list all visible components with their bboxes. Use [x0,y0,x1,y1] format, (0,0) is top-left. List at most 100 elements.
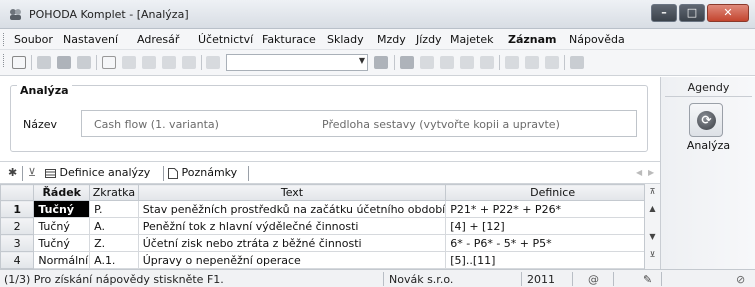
table-row[interactable]: 3 Tučný Z. Účetní zisk nebo ztráta z běž… [0,234,660,252]
calculator-icon[interactable] [460,56,474,69]
menu-ucetnictvi[interactable]: Účetnictví [198,33,253,46]
print-icon[interactable] [57,56,71,69]
cell-zkratka[interactable]: Z. [89,234,139,252]
status-year: 2011 [527,273,555,286]
asterisk-icon[interactable]: ✱ [8,166,17,179]
status-divider [521,272,522,286]
tab-scroll-left-icon[interactable]: ◀ [636,168,642,177]
tab-scroll-right-icon[interactable]: ▶ [648,168,654,177]
cell-definice[interactable]: P21* + P22* + P26* [445,200,660,218]
preview-icon[interactable] [77,56,91,69]
table-header: Řádek Zkratka Text Definice [0,184,660,201]
analyza-agenda-button[interactable]: ⟳ [689,103,723,137]
list-icon[interactable] [525,56,539,69]
scroll-up-icon[interactable]: ▲ [645,204,660,213]
menu-grip [3,33,6,46]
selection-icon[interactable] [400,56,414,69]
form-icon[interactable] [505,56,519,69]
cell-radek[interactable]: Normální [33,251,91,269]
maximize-icon: □ [686,6,698,19]
table-view-icon[interactable] [440,56,454,69]
cell-radek[interactable]: Tučný [33,217,91,235]
filter-icon[interactable] [374,56,388,69]
pencil-icon[interactable]: ✎ [643,273,652,286]
table-row[interactable]: 2 Tučný A. Peněžní tok z hlavní výdělečn… [0,217,660,235]
menu-soubor[interactable]: Soubor [14,33,53,46]
maximize-button[interactable]: □ [679,4,705,22]
agendy-panel: Agendy ⟳ Analýza [660,77,755,269]
tab-poznamky[interactable]: Poznámky [168,166,237,179]
cell-zkratka[interactable]: A. [89,217,139,235]
cell-text[interactable]: Účetní zisk nebo ztráta z běžné činnosti [137,234,447,252]
agenda-icon[interactable] [12,56,26,69]
menu-sklady[interactable]: Sklady [327,33,364,46]
agendy-header: Agendy [687,81,730,94]
row-scroll-bar[interactable]: ⊼ ▲ ▼ ⊻ [644,184,660,269]
table-row[interactable]: 1 Tučný P. Stav peněžních prostředků na … [0,200,660,218]
cell-radek[interactable]: Tučný [33,234,91,252]
table-row[interactable]: 4 Normální A.1. Úpravy o nepeněžní opera… [0,251,660,269]
agendy-divider [665,96,752,97]
cell-definice[interactable]: [5]..[11] [445,251,660,269]
analyza-agenda-label[interactable]: Analýza [661,139,755,152]
minimize-icon: – [661,6,667,19]
status-bar: (1/3) Pro získání nápovědy stiskněte F1.… [0,269,755,287]
delete-icon[interactable] [182,56,196,69]
save-icon[interactable] [142,56,156,69]
main-content: Analýza Název Cash flow (1. varianta) Př… [0,77,660,269]
column-header-zkratka[interactable]: Zkratka [89,184,139,201]
column-header-radek[interactable]: Řádek [33,184,91,201]
menu-napoveda[interactable]: Nápověda [569,33,625,46]
column-header-definice[interactable]: Definice [445,184,660,201]
search-icon[interactable] [420,56,434,69]
minimize-button[interactable]: – [651,4,677,22]
document-icon[interactable] [545,56,559,69]
toolbar-separator [499,55,500,70]
menu-bar: Soubor Nastavení Adresář Účetnictví Fakt… [0,29,755,50]
edit-icon[interactable] [122,56,136,69]
help-icon[interactable] [570,56,584,69]
status-divider [661,272,662,286]
toolbar-separator [96,55,97,70]
menu-nastaveni[interactable]: Nastavení [63,33,118,46]
window-title: POHODA Komplet - [Analýza] [29,8,189,21]
column-header-text[interactable]: Text [137,184,447,201]
cell-zkratka[interactable]: P. [89,200,139,218]
print-preview-icon[interactable] [37,56,51,69]
note-icon [168,167,178,179]
group-icon[interactable] [480,56,494,69]
cell-zkratka[interactable]: A.1. [89,251,139,269]
tab-definice-analyzy[interactable]: Definice analýzy [45,166,150,179]
cell-radek[interactable]: Tučný [33,200,91,218]
scroll-down-icon[interactable]: ▼ [645,232,660,241]
tab-divider [22,166,23,181]
cell-text[interactable]: Stav peněžních prostředků na začátku úče… [137,200,447,218]
quick-filter-select[interactable]: ▼ [226,54,368,71]
close-button[interactable]: ✕ [707,4,749,22]
cell-text[interactable]: Peněžní tok z hlavní výdělečné činnosti [137,217,447,235]
menu-jizdy[interactable]: Jízdy [416,33,442,46]
tab-label: Definice analýzy [59,166,151,179]
menu-fakturace[interactable]: Fakturace [262,33,316,46]
cancel-icon[interactable] [162,56,176,69]
group-title: Analýza [17,84,72,97]
name-field[interactable]: Cash flow (1. varianta) Předloha sestavy… [81,110,637,137]
menu-adresar[interactable]: Adresář [137,33,179,46]
cell-text[interactable]: Úpravy o nepeněžní operace [137,251,447,269]
cell-definice[interactable]: [4] + [12] [445,217,660,235]
tab-divider [248,166,249,181]
scroll-first-icon[interactable]: ⊼ [645,187,660,196]
toolbar: ▼ [0,50,755,76]
title-bar: POHODA Komplet - [Analýza] – □ ✕ [0,0,755,29]
status-at-icon[interactable]: @ [588,273,599,286]
new-record-icon[interactable] [102,56,116,69]
name-value: Cash flow (1. varianta) [94,118,219,131]
menu-majetek[interactable]: Majetek [450,33,494,46]
cell-definice[interactable]: 6* - P6* - 5* + P5* [445,234,660,252]
menu-mzdy[interactable]: Mzdy [377,33,406,46]
scroll-last-icon[interactable]: ⊻ [645,250,660,259]
copy-icon[interactable] [206,56,220,69]
menu-zaznam[interactable]: Záznam [508,33,557,46]
filter-icon[interactable]: ⊻ [28,166,36,179]
check-circle-icon[interactable]: ⊘ [736,273,745,286]
